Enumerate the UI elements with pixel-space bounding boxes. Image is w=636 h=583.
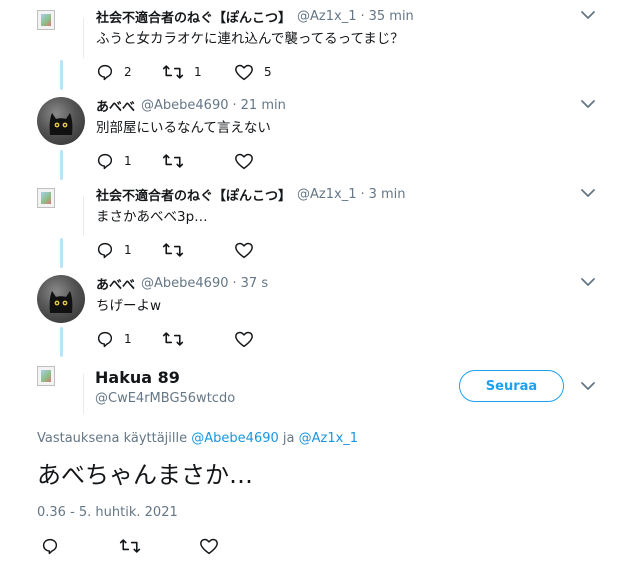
broken-image-icon bbox=[37, 366, 55, 386]
reply-count: 2 bbox=[124, 65, 132, 79]
like-button[interactable] bbox=[234, 240, 284, 260]
reply-count: 1 bbox=[124, 154, 132, 168]
black-cat-avatar bbox=[49, 113, 73, 135]
tweet-text: まさかあべべ3p… bbox=[96, 209, 208, 225]
tweet-timestamp[interactable]: 0.36 - 5. huhtik. 2021 bbox=[37, 505, 178, 520]
retweet-icon bbox=[162, 154, 184, 168]
reply-icon bbox=[42, 538, 58, 555]
retweet-icon bbox=[162, 243, 184, 257]
author-handle[interactable]: @Az1x_1 bbox=[297, 9, 356, 24]
retweet-button[interactable] bbox=[162, 151, 214, 171]
like-icon bbox=[235, 64, 253, 81]
retweet-count: 1 bbox=[194, 65, 202, 79]
tweet-time[interactable]: 21 min bbox=[241, 98, 286, 113]
author-name[interactable]: あべべ bbox=[96, 96, 135, 115]
thread-tweet[interactable]: あべべ @Abebe4690 · 37 s ちげーよw 1 bbox=[0, 273, 636, 353]
author-name[interactable]: あべべ bbox=[96, 274, 135, 293]
mention-link[interactable]: @Abebe4690 bbox=[191, 431, 278, 446]
tweet-text: ちげーよw bbox=[96, 298, 162, 314]
tweet-text: ふうと女カラオケに連れ込んで襲ってるってまじ？ bbox=[96, 31, 404, 47]
thread-tweet[interactable]: 社会不適合者のねぐ【ぽんこつ】 @Az1x_1 · 35 min ふうと女カラオ… bbox=[0, 6, 636, 86]
reply-count: 1 bbox=[124, 332, 132, 346]
reply-icon bbox=[97, 242, 113, 259]
separator: · bbox=[360, 8, 365, 24]
reply-button[interactable]: 1 bbox=[96, 240, 144, 260]
like-button[interactable]: 5 bbox=[234, 62, 284, 82]
tweet-text: 別部屋にいるなんて言えない bbox=[96, 120, 271, 136]
like-icon bbox=[200, 538, 218, 555]
retweet-icon bbox=[162, 332, 184, 346]
broken-image-icon bbox=[37, 10, 55, 30]
reply-button[interactable]: 1 bbox=[96, 329, 144, 349]
thread-tweet[interactable]: 社会不適合者のねぐ【ぽんこつ】 @Az1x_1 · 3 min まさかあべべ3p… bbox=[0, 184, 636, 264]
avatar[interactable] bbox=[37, 275, 85, 323]
separator: · bbox=[360, 186, 365, 202]
reply-icon bbox=[97, 64, 113, 81]
broken-image-icon bbox=[37, 188, 55, 208]
like-button[interactable] bbox=[234, 151, 284, 171]
tweet-time[interactable]: 35 min bbox=[369, 9, 414, 24]
like-icon bbox=[235, 242, 253, 259]
retweet-icon bbox=[162, 65, 184, 79]
chevron-down-icon[interactable] bbox=[580, 277, 596, 289]
reply-count: 1 bbox=[124, 243, 132, 257]
reply-button[interactable]: 2 bbox=[96, 62, 144, 82]
mention-link[interactable]: @Az1x_1 bbox=[299, 431, 358, 446]
chevron-down-icon[interactable] bbox=[580, 99, 596, 111]
retweet-button[interactable]: 1 bbox=[162, 62, 214, 82]
retweet-button[interactable] bbox=[162, 329, 214, 349]
reply-conjunction: ja bbox=[282, 431, 295, 446]
separator: · bbox=[232, 97, 237, 113]
like-count: 5 bbox=[264, 65, 272, 79]
avatar[interactable] bbox=[37, 366, 85, 414]
author-name[interactable]: 社会不適合者のねぐ【ぽんこつ】 bbox=[96, 185, 291, 204]
author-handle[interactable]: @Abebe4690 bbox=[141, 276, 228, 291]
reply-button[interactable]: 1 bbox=[96, 151, 144, 171]
black-cat-avatar bbox=[49, 291, 73, 313]
avatar[interactable] bbox=[37, 188, 85, 236]
author-name[interactable]: Hakua 89 bbox=[95, 368, 180, 387]
retweet-button[interactable] bbox=[119, 536, 141, 556]
separator: · bbox=[232, 275, 237, 291]
chevron-down-icon[interactable] bbox=[580, 10, 596, 22]
reply-prefix: Vastauksena käyttäjille bbox=[37, 431, 188, 446]
like-button[interactable] bbox=[234, 329, 284, 349]
author-name[interactable]: 社会不適合者のねぐ【ぽんこつ】 bbox=[96, 7, 291, 26]
like-icon bbox=[235, 331, 253, 348]
reply-icon bbox=[97, 331, 113, 348]
tweet-text: あべちゃんまさか… bbox=[37, 461, 253, 489]
tweet-time[interactable]: 3 min bbox=[369, 187, 406, 202]
author-handle[interactable]: @CwE4rMBG56wtcdo bbox=[95, 391, 235, 406]
retweet-button[interactable] bbox=[162, 240, 214, 260]
chevron-down-icon[interactable] bbox=[580, 381, 596, 393]
reply-icon bbox=[97, 153, 113, 170]
avatar[interactable] bbox=[37, 97, 85, 145]
retweet-icon bbox=[119, 539, 141, 553]
author-handle[interactable]: @Abebe4690 bbox=[141, 98, 228, 113]
like-icon bbox=[235, 153, 253, 170]
reply-context: Vastauksena käyttäjille @Abebe4690 ja @A… bbox=[37, 431, 358, 446]
reply-button[interactable] bbox=[41, 536, 59, 556]
avatar[interactable] bbox=[37, 10, 85, 58]
thread-tweet[interactable]: あべべ @Abebe4690 · 21 min 別部屋にいるなんて言えない 1 bbox=[0, 95, 636, 175]
like-button[interactable] bbox=[199, 536, 219, 556]
tweet-time[interactable]: 37 s bbox=[241, 276, 268, 291]
chevron-down-icon[interactable] bbox=[580, 188, 596, 200]
follow-button[interactable]: Seuraa bbox=[459, 370, 564, 402]
author-handle[interactable]: @Az1x_1 bbox=[297, 187, 356, 202]
